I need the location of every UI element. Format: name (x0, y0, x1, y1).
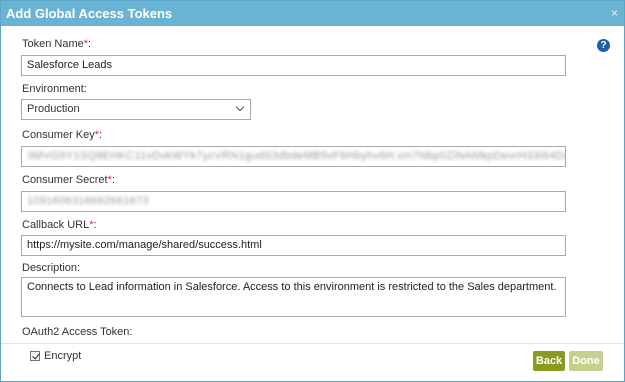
encrypt-checkbox[interactable] (30, 351, 40, 361)
consumer-secret-input[interactable]: 1091606316662661673 (21, 191, 566, 212)
description-label: Description: (22, 262, 81, 274)
done-button[interactable]: Done (569, 351, 603, 371)
encrypt-option[interactable]: Encrypt (30, 350, 81, 362)
consumer-key-input[interactable]: 3MVG9Y1SQ8EHKC11vDvkWYk7ycVRN1gudS3dbdeM… (21, 146, 566, 167)
dialog-title: Add Global Access Tokens (6, 6, 173, 21)
add-global-access-tokens-dialog: Add Global Access Tokens × ? Token Name*… (0, 0, 625, 382)
chevron-down-icon (235, 102, 245, 112)
token-name-input[interactable]: Salesforce Leads (21, 55, 566, 76)
consumer-key-label: Consumer Key*: (22, 129, 103, 141)
environment-select[interactable]: Production (21, 99, 251, 120)
callback-url-input[interactable]: https://mysite.com/manage/shared/success… (21, 235, 566, 256)
close-icon[interactable]: × (611, 1, 618, 26)
callback-url-label: Callback URL*: (22, 219, 97, 231)
footer-divider (1, 343, 624, 344)
environment-label: Environment: (22, 83, 87, 95)
back-button[interactable]: Back (533, 351, 565, 371)
dialog-titlebar: Add Global Access Tokens × (1, 1, 624, 26)
consumer-secret-label: Consumer Secret*: (22, 174, 115, 186)
description-textarea[interactable]: Connects to Lead information in Salesfor… (21, 277, 566, 317)
environment-selected-value: Production (27, 103, 80, 115)
oauth2-access-token-label: OAuth2 Access Token: (22, 326, 133, 338)
token-name-label: Token Name*: (22, 38, 92, 50)
help-icon[interactable]: ? (597, 39, 610, 52)
encrypt-label: Encrypt (44, 350, 82, 362)
